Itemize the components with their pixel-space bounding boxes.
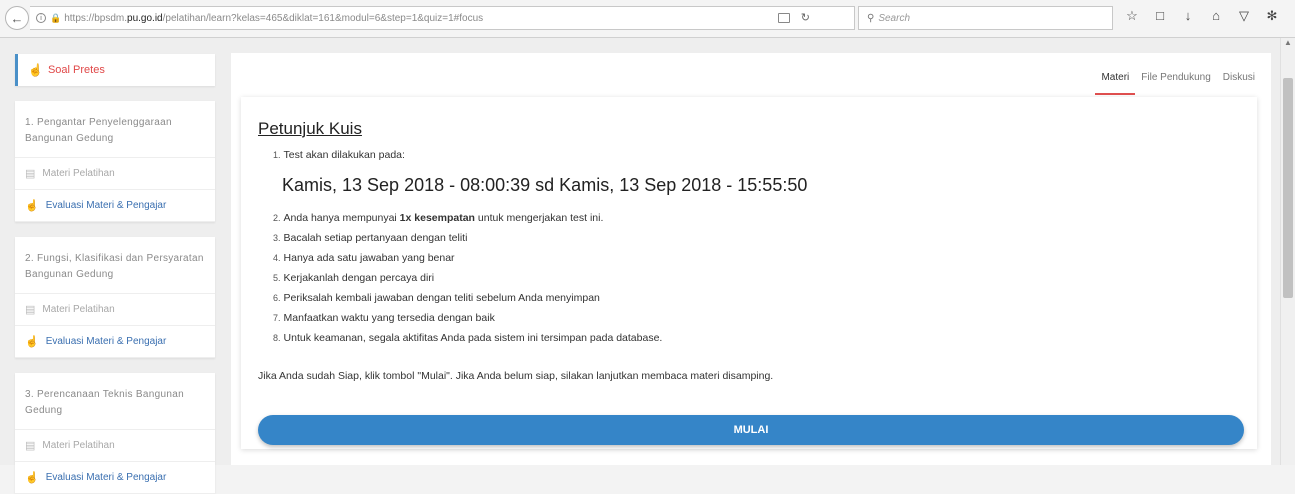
tab-file-pendukung[interactable]: File Pendukung [1135,72,1217,95]
book-icon: ▤ [25,168,36,180]
quiz-schedule: Kamis, 13 Sep 2018 - 08:00:39 sd Kamis, … [282,175,808,195]
sidebar-item-label: Materi Pelatihan [42,304,115,315]
sidebar-item-label: Materi Pelatihan [42,168,115,179]
back-arrow-icon[interactable]: ← [5,6,29,30]
thumbs-up-icon: ☝ [25,200,39,212]
module-card: 3. Perencanaan Teknis Bangunan Gedung ▤ … [15,373,215,494]
list-item: 2. Anda hanya mempunyai 1x kesempatan unt… [273,212,604,224]
sidebar-item-label: Materi Pelatihan [42,440,115,451]
list-item: 6. Periksalah kembali jawaban dengan teli… [273,292,600,304]
module-card: 2. Fungsi, Klasifikasi dan Persyaratan B… [15,237,215,358]
instruction-list: 1. Test akan dilakukan pada: [258,145,1240,165]
url-path: /pelatihan/learn?kelas=465&diklat=161&mo… [162,12,484,24]
pocket-icon[interactable]: ▽ [1237,8,1251,24]
url-prefix: https://bpsdm. [64,12,128,24]
star-icon[interactable]: ☆ [1125,8,1139,24]
page-title: Petunjuk Kuis [258,119,362,138]
home-icon[interactable]: ⌂ [1209,8,1223,24]
lock-icon[interactable]: 🔒 [50,13,61,24]
sidebar-item-soal-pretes[interactable]: ☝ Soal Pretes [15,54,215,86]
ready-note: Jika Anda sudah Siap, klik tombol "Mulai… [258,370,774,382]
sidebar-item-materi[interactable]: ▤ Materi Pelatihan [15,430,215,462]
hand-icon: ☝ [28,63,43,77]
list-item: 8. Untuk keamanan, segala aktifitas Anda … [273,332,663,344]
extension-icon[interactable]: ✻ [1265,8,1279,24]
module-title[interactable]: 3. Perencanaan Teknis Bangunan Gedung [15,373,215,430]
sidebar-item-label: Evaluasi Materi & Pengajar [45,200,167,211]
sidebar-item-label: Evaluasi Materi & Pengajar [45,472,167,483]
sidebar-item-materi[interactable]: ▤ Materi Pelatihan [15,294,215,326]
sidebar-item-label: Evaluasi Materi & Pengajar [45,336,167,347]
main-panel: Materi File Pendukung Diskusi Petunjuk K… [231,53,1271,465]
sidebar-item-evaluasi[interactable]: ☝ Evaluasi Materi & Pengajar [15,326,215,358]
sidebar-item-evaluasi[interactable]: ☝ Evaluasi Materi & Pengajar [15,190,215,222]
scrollbar-thumb[interactable] [1283,78,1293,298]
quiz-instructions-card: Petunjuk Kuis 1. Test akan dilakukan pada… [241,97,1257,449]
book-icon: ▤ [25,304,36,316]
tab-materi[interactable]: Materi [1095,72,1136,95]
thumbs-up-icon: ☝ [25,336,39,348]
tab-diskusi[interactable]: Diskusi [1217,72,1261,95]
reload-icon[interactable]: ↻ [801,11,810,24]
sidebar-item-label: Soal Pretes [47,64,105,76]
module-title[interactable]: 1. Pengantar Penyelenggaraan Bangunan Ge… [15,101,215,158]
reader-view-icon[interactable] [778,13,790,23]
page-scrollbar[interactable]: ▲ [1280,38,1295,465]
toolbar-icons: ☆ □ ↓ ⌂ ▽ ✻ ≡ [1125,8,1295,24]
download-icon[interactable]: ↓ [1181,8,1195,24]
tab-bar: Materi File Pendukung Diskusi [1095,72,1261,95]
address-bar[interactable]: i 🔒 https://bpsdm. pu.go.id/pelatihan/lea… [30,6,855,30]
url-host: pu.go.id [127,12,163,24]
list-item: 1. Test akan dilakukan pada: [273,149,405,161]
module-title[interactable]: 2. Fungsi, Klasifikasi dan Persyaratan B… [15,237,215,294]
module-card: 1. Pengantar Penyelenggaraan Bangunan Ge… [15,101,215,222]
sidebar: ☝ Soal Pretes 1. Pengantar Penyelenggara… [15,54,215,494]
list-item: 5. Kerjakanlah dengan percaya diri [273,272,435,284]
list-item: 7. Manfaatkan waktu yang tersedia dengan … [273,312,495,324]
info-icon[interactable]: i [36,13,46,23]
list-item: 4. Hanya ada satu jawaban yang benar [273,252,455,264]
thumbs-up-icon: ☝ [25,472,39,484]
search-icon: ⚲ [867,12,875,24]
search-bar[interactable]: ⚲ Search [858,6,1113,30]
book-icon: ▤ [25,440,36,452]
scroll-up-icon[interactable]: ▲ [1284,38,1292,47]
page-content: ☝ Soal Pretes 1. Pengantar Penyelenggara… [0,38,1280,494]
instruction-list: 2. Anda hanya mempunyai 1x kesempatan unt… [258,208,1240,348]
clipboard-icon[interactable]: □ [1153,8,1167,24]
sidebar-item-evaluasi[interactable]: ☝ Evaluasi Materi & Pengajar [15,462,215,494]
browser-toolbar: ← i 🔒 https://bpsdm. pu.go.id/pelatihan/l… [0,0,1295,38]
list-item: 3. Bacalah setiap pertanyaan dengan telit… [273,232,468,244]
sidebar-item-materi[interactable]: ▤ Materi Pelatihan [15,158,215,190]
search-placeholder: Search [878,12,911,24]
start-quiz-button[interactable]: MULAI [258,415,1244,445]
